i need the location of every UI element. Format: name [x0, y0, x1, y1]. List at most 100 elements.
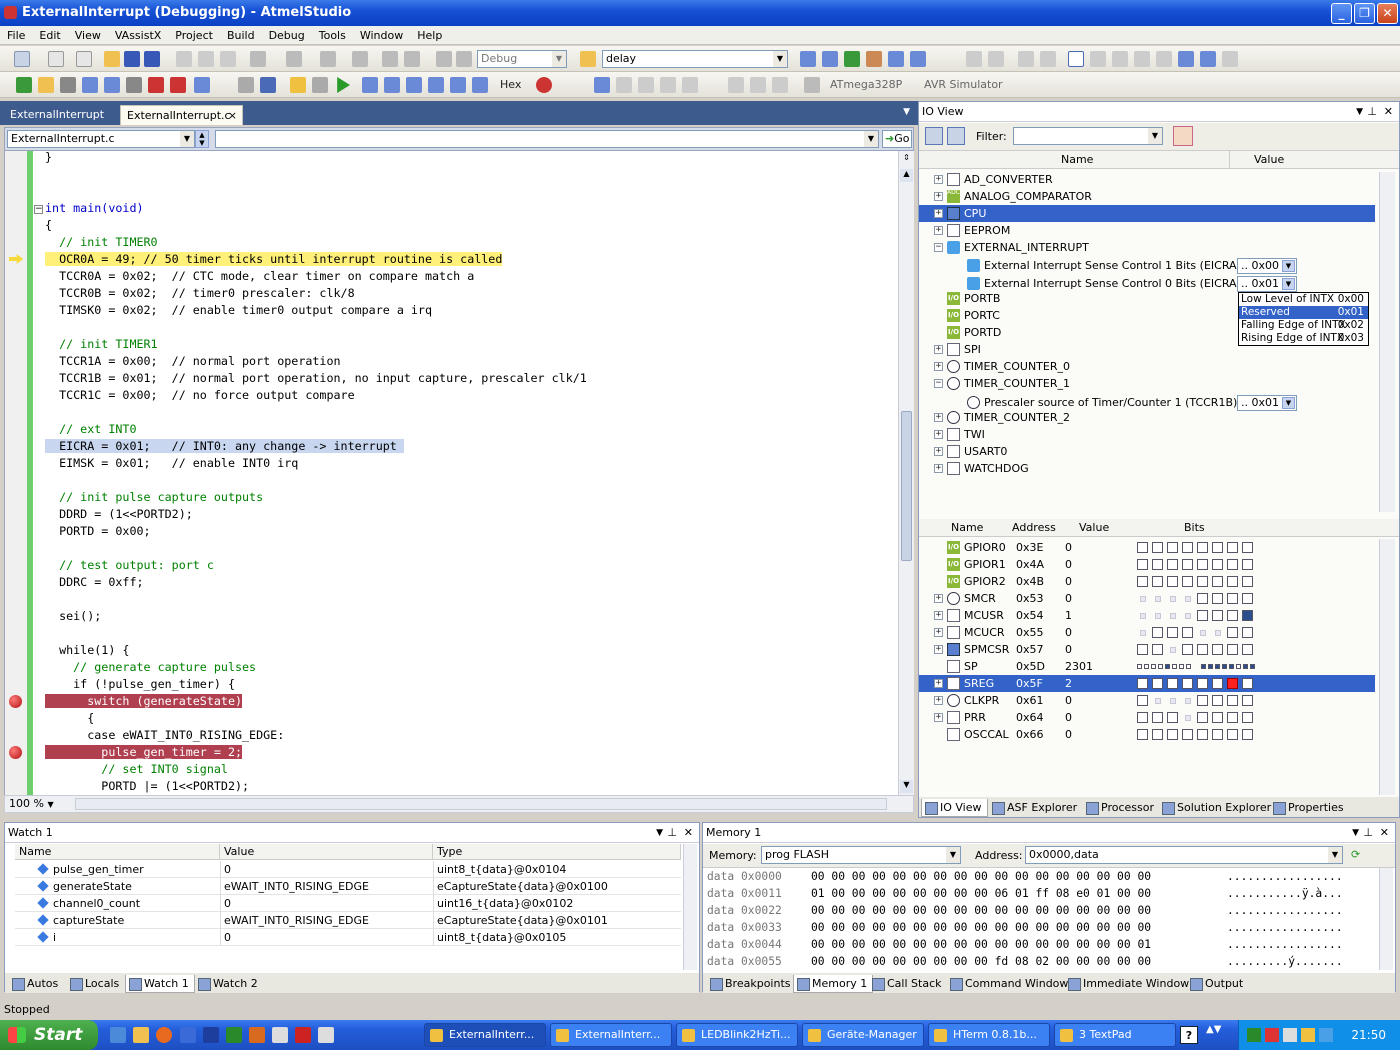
tab-solution-explorer[interactable]: Solution Explorer	[1159, 799, 1276, 817]
code-line[interactable]: switch (generateState)	[45, 693, 243, 710]
vassist-icon[interactable]	[148, 77, 164, 93]
io-tree-node[interactable]: + TWI	[919, 426, 1375, 443]
register-row[interactable]: + MCUSR 0x54 1	[919, 607, 1375, 624]
code-line[interactable]: // test output: port c	[45, 557, 214, 574]
register-bit[interactable]	[1212, 644, 1223, 655]
register-bit[interactable]	[1152, 712, 1163, 723]
sense-control-dropdown-list[interactable]: Low Level of INTX 0x00 Reserved 0x01 Falling…	[1238, 292, 1369, 346]
register-bit[interactable]	[1140, 596, 1146, 602]
menu-debug[interactable]: Debug	[262, 26, 312, 45]
step-out-icon[interactable]	[428, 77, 444, 93]
device-icon[interactable]	[82, 77, 98, 93]
register-bit[interactable]	[1242, 712, 1253, 723]
register-bit[interactable]	[1227, 559, 1238, 570]
dropdown-arrow-icon[interactable]: ▼	[1282, 278, 1295, 290]
spin-icon[interactable]: ▲ ▼	[195, 130, 209, 148]
tab-processor[interactable]: Processor	[1083, 799, 1159, 817]
file-combo[interactable]: ExternalInterrupt.c ▼	[7, 130, 195, 148]
watch-value[interactable]: 0	[220, 861, 425, 878]
code-line[interactable]: DDRC = 0xff;	[45, 574, 143, 591]
code-line[interactable]: int main(void)	[45, 200, 144, 217]
register-bit[interactable]	[1242, 542, 1253, 553]
register-bit[interactable]	[1197, 576, 1208, 587]
save-all-icon[interactable]	[144, 51, 160, 67]
register-bit[interactable]	[1242, 678, 1253, 689]
register-bit[interactable]	[1137, 729, 1148, 740]
tools-icon[interactable]	[60, 77, 76, 93]
register-bit[interactable]	[1167, 576, 1178, 587]
memory-ascii[interactable]: .........ý.......	[1227, 953, 1343, 970]
reg-col-bits[interactable]: Bits	[1184, 519, 1205, 537]
watch-row[interactable]: pulse_gen_timer 0 uint8_t{data}@0x0104	[15, 861, 681, 878]
io-tree-node[interactable]: + WATCHDOG	[919, 460, 1375, 477]
register-bit[interactable]	[1197, 729, 1208, 740]
code-line[interactable]: // init TIMER1	[45, 336, 158, 353]
memory-menu-icon[interactable]: ▼	[1352, 823, 1359, 843]
memory-ascii[interactable]: .................	[1227, 868, 1343, 885]
register-bit[interactable]	[1170, 647, 1176, 653]
breakpoint-icon[interactable]	[9, 695, 22, 708]
register-bit[interactable]	[1137, 712, 1148, 723]
bookmark-icon[interactable]	[1068, 51, 1084, 67]
reset-icon[interactable]	[362, 77, 378, 93]
tab-properties[interactable]: Properties	[1270, 799, 1349, 817]
register-bit[interactable]	[1137, 644, 1148, 655]
register-bit[interactable]	[1212, 559, 1223, 570]
tool-settings-icon[interactable]	[804, 77, 820, 93]
io-tree-node[interactable]: − TIMER_COUNTER_1	[919, 375, 1375, 392]
memory-ascii[interactable]: .................	[1227, 902, 1343, 919]
watch-pin-icon[interactable]: ⊥	[667, 823, 677, 843]
address-input[interactable]: 0x0000,data ▼	[1025, 846, 1343, 864]
start-without-debug-icon[interactable]	[456, 51, 472, 67]
find-in-files-icon[interactable]	[580, 51, 596, 67]
code-line[interactable]: // init TIMER0	[45, 234, 158, 251]
tab-externalinterrupt-project[interactable]: ExternalInterrupt	[4, 105, 110, 125]
set-next-statement-icon[interactable]	[472, 77, 488, 93]
code-editor[interactable]: } int main(void) { // init TIMER0 OCR0A = …	[4, 151, 914, 795]
register-bit[interactable]	[1212, 678, 1223, 689]
editor-horizontal-scrollbar[interactable]	[75, 798, 887, 810]
code-line[interactable]: TCCR0A = 0x02; // CTC mode, clear timer …	[45, 268, 474, 285]
quicklaunch-explorer-icon[interactable]	[133, 1027, 149, 1043]
prev-bookmark-icon[interactable]	[1090, 51, 1106, 67]
memory-icon[interactable]	[660, 77, 676, 93]
pause-icon[interactable]	[312, 77, 328, 93]
io-tree-node[interactable]: + TIMER_COUNTER_0	[919, 358, 1375, 375]
watch-col-value[interactable]: Value	[220, 844, 433, 860]
prev-bookmark-doc-icon[interactable]	[1178, 51, 1194, 67]
register-bit[interactable]	[1197, 610, 1208, 621]
dropdown-arrow-icon[interactable]: ▼	[1282, 260, 1295, 272]
register-bit[interactable]	[1208, 664, 1213, 669]
settings-icon[interactable]	[126, 77, 142, 93]
reg-col-value[interactable]: Value	[1079, 519, 1109, 537]
panel-close-icon[interactable]: ✕	[1384, 102, 1393, 122]
step-into-icon[interactable]	[384, 77, 400, 93]
tab-asf-explorer[interactable]: ASF Explorer	[989, 799, 1082, 817]
register-bit[interactable]	[1185, 698, 1191, 704]
tab-output[interactable]: Output	[1187, 975, 1248, 993]
register-bit[interactable]	[1167, 712, 1178, 723]
view-mode-2-icon[interactable]	[947, 127, 965, 145]
register-bit[interactable]	[1152, 644, 1163, 655]
editor-vertical-scrollbar[interactable]: ⇕ ▲ ▼	[898, 151, 914, 795]
programming-icon[interactable]	[104, 77, 120, 93]
next-bookmark-doc-icon[interactable]	[1200, 51, 1216, 67]
code-line[interactable]: TCCR1C = 0x00; // no force output compar…	[45, 387, 355, 404]
register-bit[interactable]	[1229, 664, 1234, 669]
clear-bookmarks-icon[interactable]	[1222, 51, 1238, 67]
register-bit[interactable]	[1215, 630, 1221, 636]
filter-input[interactable]: ▼	[1013, 127, 1163, 145]
register-bit[interactable]	[1242, 610, 1253, 621]
register-row[interactable]: SP 0x5D 2301	[919, 658, 1375, 675]
navigate-back-icon[interactable]	[320, 51, 336, 67]
register-bit[interactable]	[1227, 593, 1238, 604]
register-bit[interactable]	[1137, 664, 1142, 669]
breakpoint-icon[interactable]	[9, 746, 22, 759]
expand-icon[interactable]: +	[934, 175, 943, 184]
code-line[interactable]: case eWAIT_INT0_RISING_EDGE:	[45, 727, 284, 744]
spell-check-icon[interactable]	[170, 77, 186, 93]
register-row[interactable]: + SPMCSR 0x57 0	[919, 641, 1375, 658]
task-textpad[interactable]: 3 TextPad	[1054, 1023, 1176, 1047]
register-bit[interactable]	[1212, 610, 1223, 621]
solution-explorer-icon[interactable]	[800, 51, 816, 67]
